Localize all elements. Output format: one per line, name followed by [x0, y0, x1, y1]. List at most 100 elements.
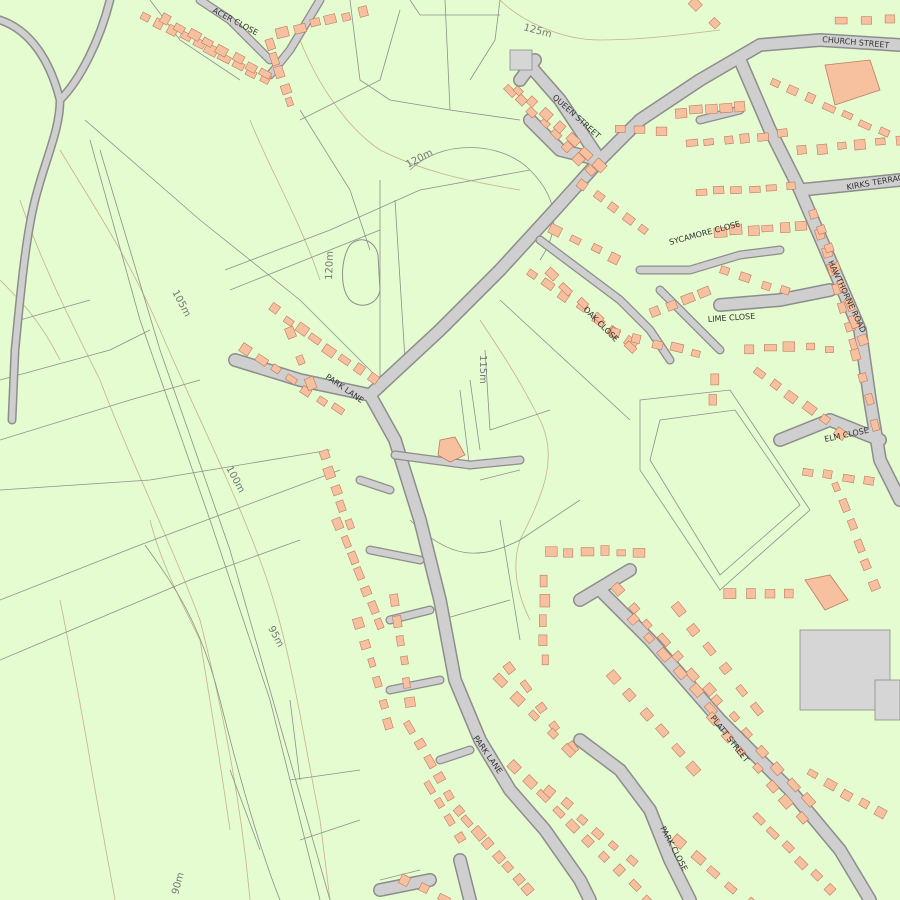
building [526, 268, 539, 281]
building [560, 796, 574, 811]
building [637, 223, 649, 235]
building [576, 813, 589, 826]
building [685, 138, 699, 148]
contour-label-115m: 115m [477, 355, 488, 384]
building [708, 394, 717, 406]
building [641, 894, 654, 900]
building [389, 593, 400, 607]
building [552, 805, 566, 819]
building [765, 826, 780, 841]
building [284, 96, 295, 108]
hall-building [804, 574, 849, 611]
building [764, 589, 776, 599]
building [633, 125, 646, 134]
building [330, 402, 346, 416]
building [796, 144, 807, 155]
building [323, 13, 338, 26]
building [783, 389, 799, 405]
building [621, 212, 636, 226]
map-canvas[interactable]: ACER CLOSE CHURCH STREET QUEEN STREET KI… [0, 0, 900, 900]
building [806, 342, 815, 351]
building [760, 280, 772, 292]
building [867, 578, 881, 592]
building [316, 395, 329, 407]
building [357, 5, 369, 18]
building [730, 185, 742, 195]
oval-track [342, 239, 381, 306]
building [779, 222, 791, 234]
contour-label-90m: 90m [170, 871, 186, 896]
building [746, 588, 756, 599]
building [695, 188, 708, 197]
building [834, 16, 848, 25]
building [600, 545, 610, 556]
building [372, 675, 383, 689]
contour-label-125m: 125m [522, 22, 553, 40]
building [538, 106, 554, 123]
building [801, 400, 818, 416]
building [330, 484, 343, 497]
building [541, 654, 549, 666]
building [728, 710, 741, 723]
building [712, 185, 725, 195]
building [502, 661, 517, 675]
building [801, 467, 814, 478]
building [264, 37, 277, 52]
building [884, 14, 895, 24]
building [874, 137, 886, 146]
building [733, 100, 746, 113]
building [282, 315, 295, 327]
building [688, 104, 703, 115]
building [294, 321, 311, 337]
building [525, 95, 539, 108]
building [423, 753, 437, 770]
building [528, 709, 541, 722]
building [402, 677, 411, 689]
building [793, 855, 809, 871]
building [747, 225, 760, 237]
building [353, 566, 366, 581]
building [392, 615, 403, 629]
building [810, 868, 824, 882]
building [719, 265, 731, 276]
building [863, 475, 875, 486]
building [403, 719, 416, 735]
building [344, 518, 355, 531]
building [632, 548, 646, 558]
building [453, 831, 467, 844]
building [841, 109, 854, 121]
building [460, 814, 474, 829]
building [279, 83, 293, 96]
buildings [139, 0, 900, 900]
building [723, 881, 738, 895]
building [367, 657, 377, 668]
building [776, 128, 789, 138]
building [395, 634, 405, 647]
building [735, 683, 749, 698]
building [823, 777, 838, 792]
building [590, 826, 605, 841]
building [821, 101, 837, 114]
building [590, 242, 603, 255]
building [669, 341, 685, 354]
building [687, 0, 703, 12]
building [648, 305, 662, 318]
building [423, 779, 437, 795]
building [782, 341, 796, 352]
building [628, 878, 642, 892]
building [367, 600, 380, 615]
building [606, 201, 620, 214]
label-acer-close: ACER CLOSE [211, 6, 260, 38]
building [545, 546, 558, 557]
building [724, 135, 734, 145]
building [592, 189, 606, 203]
building [509, 690, 526, 707]
building [340, 534, 352, 549]
building [749, 701, 764, 717]
building [580, 547, 595, 557]
building [738, 271, 752, 284]
building [739, 133, 750, 144]
building [719, 102, 733, 114]
building [605, 669, 622, 686]
building [853, 138, 867, 151]
